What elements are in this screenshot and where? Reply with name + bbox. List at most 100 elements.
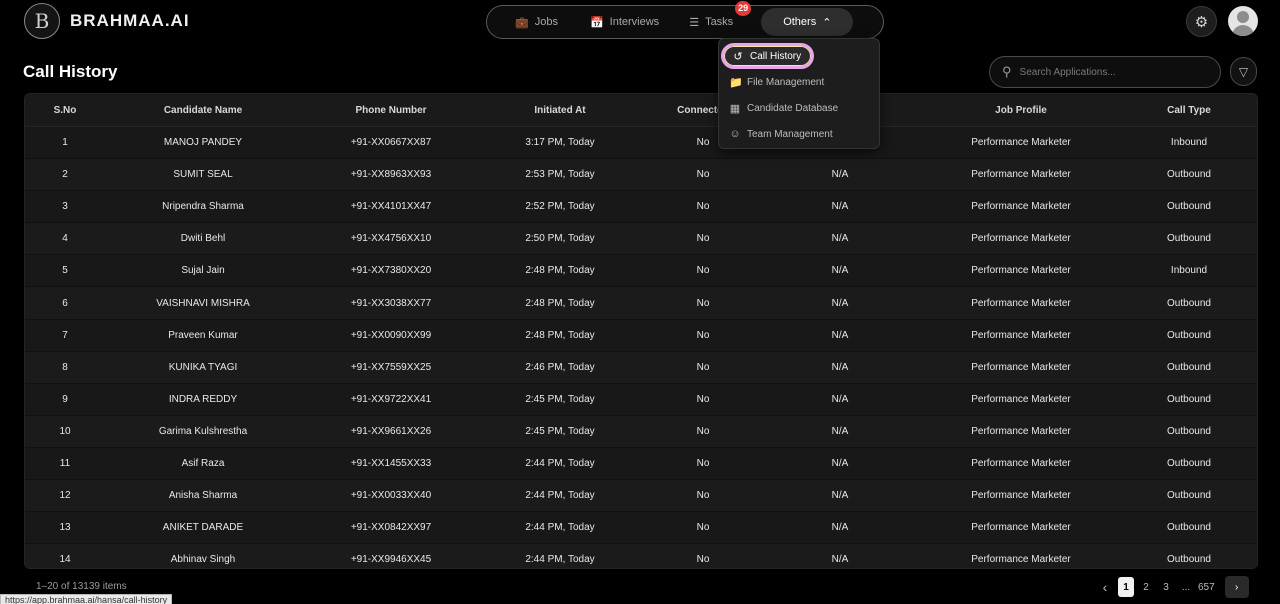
cell-connected: No xyxy=(696,233,710,245)
search-box[interactable]: ⚲ xyxy=(989,56,1221,88)
settings-button[interactable]: ⚙ xyxy=(1186,6,1217,37)
cell-initiated-at: 2:48 PM, Today xyxy=(525,297,595,309)
table-row[interactable]: 5 Sujal Jain +91-XX7380XX20 2:48 PM, Today N… xyxy=(25,255,1257,288)
page-button-2[interactable]: 2 xyxy=(1138,577,1154,597)
cell-candidate-name: Garima Kulshrestha xyxy=(158,425,248,437)
menu-item-team-management[interactable]: ☺ Team Management xyxy=(729,123,833,145)
status-bar-url: https://app.brahmaa.ai/hansa/call-histor… xyxy=(0,594,173,604)
table-row[interactable]: 3 Nripendra Sharma +91-XX4101XX47 2:52 PM, … xyxy=(25,191,1257,224)
cell-phone-number: +91-XX7380XX20 xyxy=(350,265,432,277)
table-header: S.No Candidate Name Phone Number Initiated … xyxy=(25,94,1257,127)
avatar-body-shape xyxy=(1232,25,1254,36)
table-row[interactable]: 13 ANIKET DARADE +91-XX0842XX97 2:44 PM, To… xyxy=(25,512,1257,545)
cell-sno: 12 xyxy=(59,490,71,502)
page-title: Call History xyxy=(23,62,118,81)
page-button-1[interactable]: 1 xyxy=(1118,577,1134,597)
cell-initiated-at: 2:45 PM, Today xyxy=(525,425,595,437)
table-row[interactable]: 14 Abhinav Singh +91-XX9946XX45 2:44 PM, To… xyxy=(25,544,1257,568)
user-avatar[interactable] xyxy=(1228,6,1258,36)
table-row[interactable]: 1 MANOJ PANDEY +91-XX0667XX87 3:17 PM, Toda… xyxy=(25,127,1257,160)
table-row[interactable]: 10 Garima Kulshrestha +91-XX9661XX26 2:45 P… xyxy=(25,415,1257,448)
page-button-last[interactable]: 657 xyxy=(1198,577,1215,597)
cell-sno: 3 xyxy=(62,201,68,213)
menu-item-label: File Management xyxy=(747,76,825,88)
cell-status: N/A xyxy=(831,554,849,566)
tasks-count-badge: 29 xyxy=(735,1,752,16)
table-row[interactable]: 9 INDRA REDDY +91-XX9722XX41 2:45 PM, Today… xyxy=(25,383,1257,416)
cell-candidate-name: MANOJ PANDEY xyxy=(163,137,243,149)
cell-status: N/A xyxy=(831,233,849,245)
filter-button[interactable]: ▽ xyxy=(1230,57,1257,86)
table-row[interactable]: 6 VAISHNAVI MISHRA +91-XX3038XX77 2:48 PM, … xyxy=(25,287,1257,320)
cell-candidate-name: Asif Raza xyxy=(181,457,225,469)
table-row[interactable]: 11 Asif Raza +91-XX1455XX33 2:44 PM, Today N… xyxy=(25,447,1257,481)
menu-item-file-management[interactable]: 📁 File Management xyxy=(729,71,824,93)
menu-item-candidate-database[interactable]: ▦ Candidate Database xyxy=(729,97,838,119)
cell-candidate-name: SUMIT SEAL xyxy=(173,169,233,181)
nav-tasks[interactable]: ☰ Tasks 29 xyxy=(677,1,752,36)
menu-item-call-history[interactable]: ↺ Call History xyxy=(721,43,815,69)
menu-item-label: Candidate Database xyxy=(747,102,839,114)
cell-status: N/A xyxy=(831,201,849,213)
cell-sno: 2 xyxy=(62,169,68,181)
column-header-phone-number: Phone Number xyxy=(355,104,427,116)
cell-sno: 10 xyxy=(59,425,71,437)
cell-phone-number: +91-XX0090XX99 xyxy=(350,329,432,341)
cell-connected: No xyxy=(696,457,710,469)
cell-initiated-at: 3:17 PM, Today xyxy=(525,137,595,149)
menu-item-label: Team Management xyxy=(747,128,833,140)
page-button-3[interactable]: 3 xyxy=(1158,577,1174,597)
table-body: 1 MANOJ PANDEY +91-XX0667XX87 3:17 PM, Toda… xyxy=(25,127,1257,568)
table-row[interactable]: 2 SUMIT SEAL +91-XX8963XX93 2:53 PM, Today N… xyxy=(25,159,1257,192)
cell-initiated-at: 2:44 PM, Today xyxy=(525,457,595,469)
nav-jobs[interactable]: 💼 Jobs xyxy=(503,8,570,36)
cell-job-profile: Performance Marketer xyxy=(971,457,1071,469)
cell-phone-number: +91-XX7559XX25 xyxy=(350,361,432,373)
table-row[interactable]: 4 Dwiti Behl +91-XX4756XX10 2:50 PM, Today N… xyxy=(25,223,1257,256)
cell-phone-number: +91-XX8963XX93 xyxy=(350,169,432,181)
brand-name: BRAHMAA.AI xyxy=(70,11,190,30)
cell-phone-number: +91-XX3038XX77 xyxy=(350,297,432,309)
cell-job-profile: Performance Marketer xyxy=(971,265,1071,277)
cell-call-type: Outbound xyxy=(1167,297,1211,309)
cell-call-type: Outbound xyxy=(1167,554,1211,566)
cell-candidate-name: KUNIKA TYAGI xyxy=(168,361,238,373)
cell-phone-number: +91-XX0667XX87 xyxy=(350,137,432,149)
cell-connected: No xyxy=(696,425,710,437)
cell-connected: No xyxy=(696,329,710,341)
list-icon: ☰ xyxy=(689,16,700,29)
prev-page-button[interactable]: ‹ xyxy=(1096,577,1114,597)
nav-others[interactable]: Others ⌃ xyxy=(761,8,854,36)
cell-job-profile: Performance Marketer xyxy=(971,490,1071,502)
next-page-button[interactable]: › xyxy=(1224,576,1249,598)
cell-connected: No xyxy=(696,554,710,566)
cell-initiated-at: 2:44 PM, Today xyxy=(525,490,595,502)
cell-call-type: Outbound xyxy=(1167,329,1211,341)
column-header-initiated-at: Initiated At xyxy=(534,104,586,116)
table-row[interactable]: 7 Praveen Kumar +91-XX0090XX99 2:48 PM, Tod… xyxy=(25,319,1257,352)
cell-status: N/A xyxy=(831,425,849,437)
cell-phone-number: +91-XX9946XX45 xyxy=(350,554,432,566)
brand-logo[interactable]: B BRAHMAA.AI xyxy=(24,3,190,39)
table-row[interactable]: 12 Anisha Sharma +91-XX0033XX40 2:44 PM, To… xyxy=(25,480,1257,513)
cell-phone-number: +91-XX9722XX41 xyxy=(350,393,432,405)
cell-sno: 7 xyxy=(62,329,68,341)
cell-call-type: Outbound xyxy=(1167,457,1211,469)
cell-job-profile: Performance Marketer xyxy=(971,361,1071,373)
cell-initiated-at: 2:48 PM, Today xyxy=(525,265,595,277)
search-input[interactable] xyxy=(1019,66,1200,78)
table-row[interactable]: 8 KUNIKA TYAGI +91-XX7559XX25 2:46 PM, Toda… xyxy=(25,351,1257,384)
column-header-call-type: Call Type xyxy=(1167,104,1211,116)
users-icon: ☺ xyxy=(729,128,741,140)
cell-phone-number: +91-XX9661XX26 xyxy=(350,425,432,437)
database-icon: ▦ xyxy=(729,102,741,115)
cell-sno: 9 xyxy=(62,393,68,405)
cell-connected: No xyxy=(696,393,710,405)
cell-status: N/A xyxy=(831,457,849,469)
cell-initiated-at: 2:50 PM, Today xyxy=(525,233,595,245)
nav-interviews[interactable]: 📅 Interviews xyxy=(578,8,671,36)
cell-call-type: Outbound xyxy=(1167,393,1211,405)
cell-sno: 4 xyxy=(62,233,68,245)
cell-initiated-at: 2:53 PM, Today xyxy=(525,169,595,181)
cell-job-profile: Performance Marketer xyxy=(971,233,1071,245)
